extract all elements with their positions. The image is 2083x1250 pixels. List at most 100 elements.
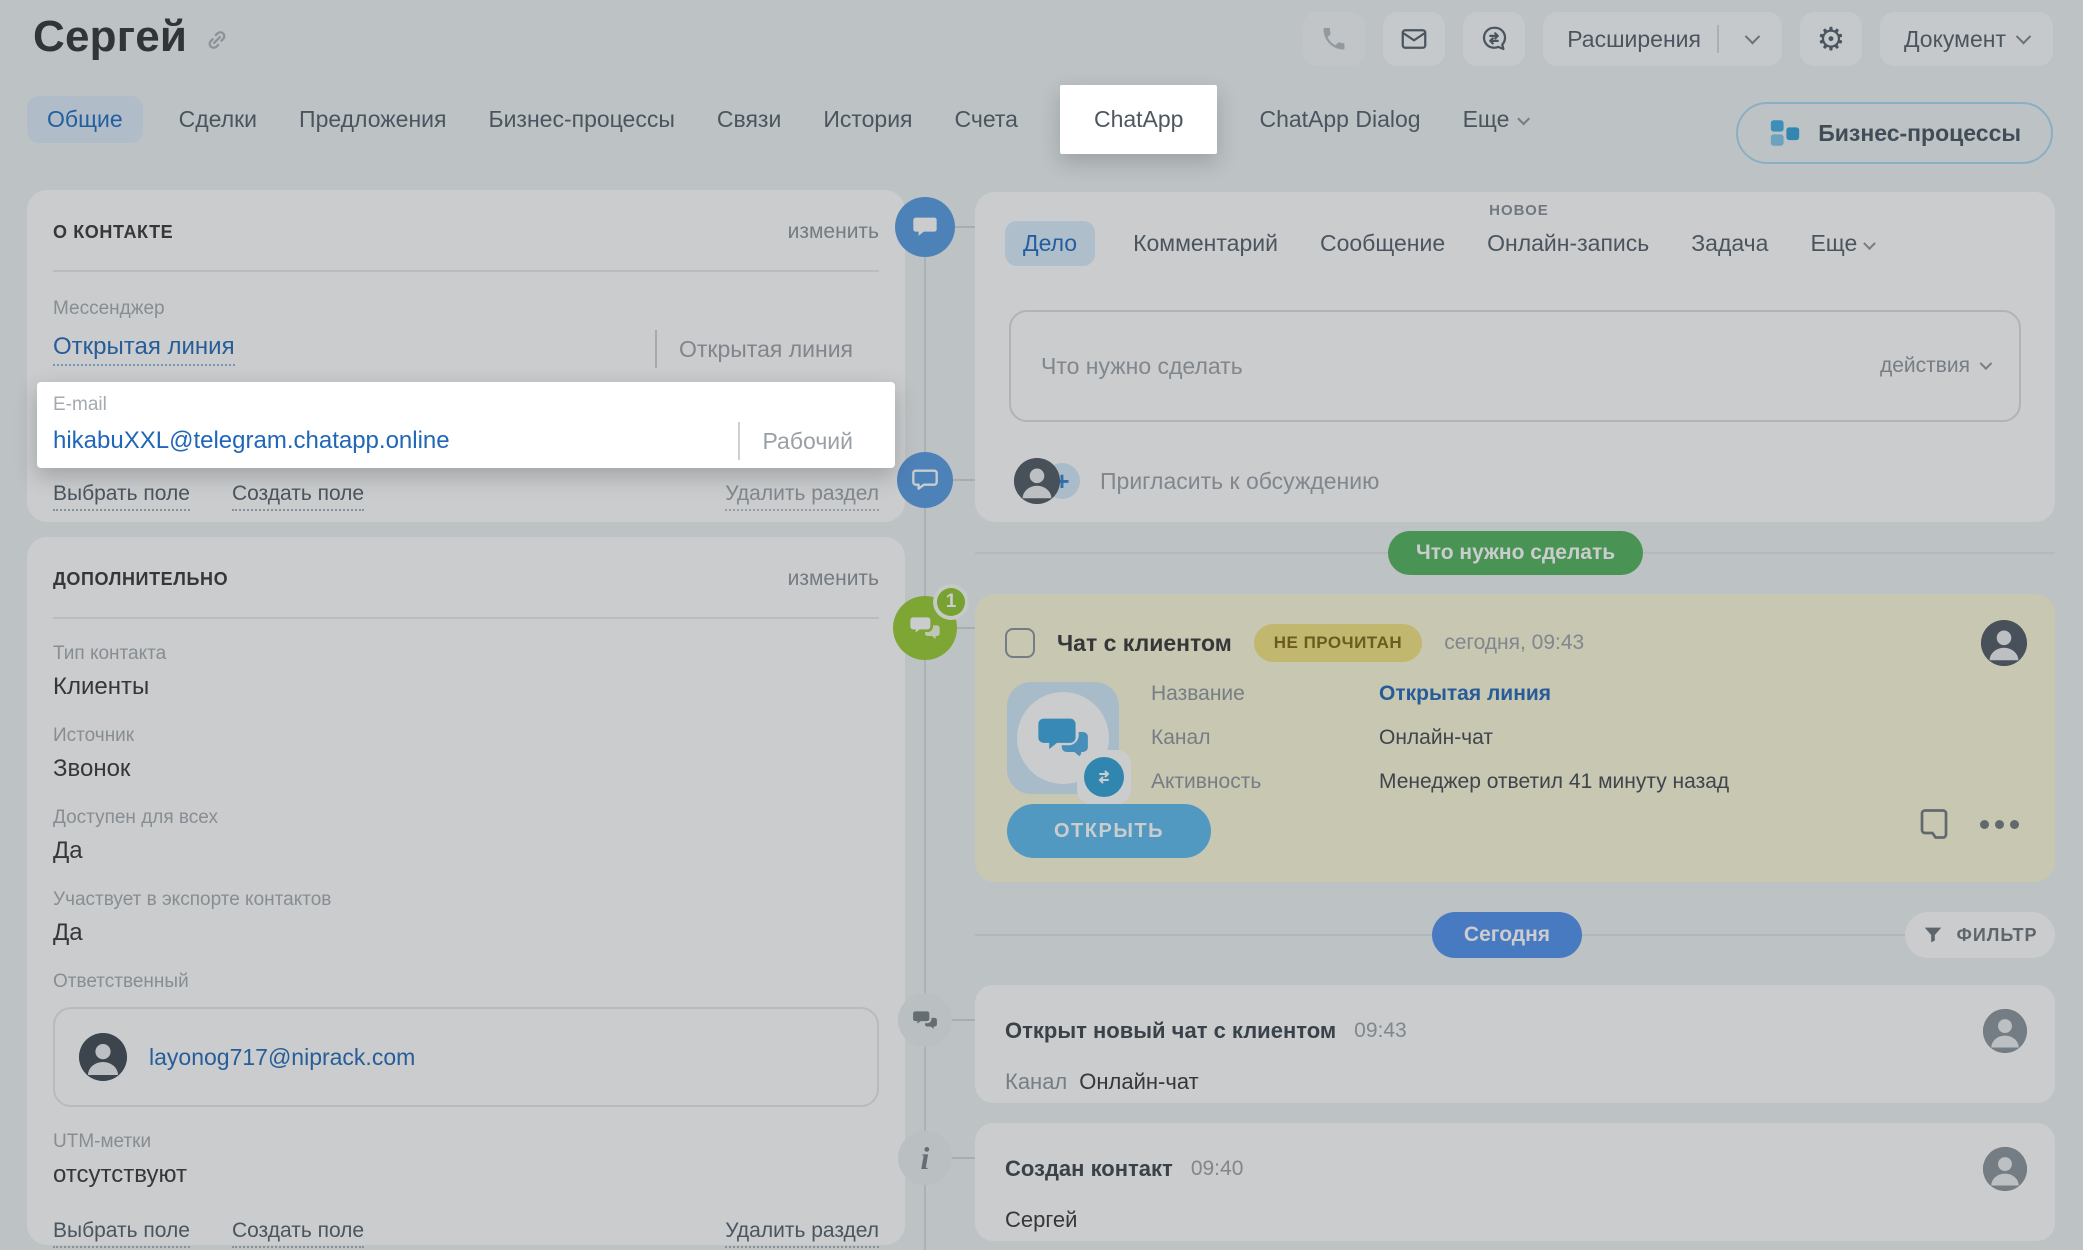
field-value: отсутствуют: [53, 1161, 879, 1189]
call-button[interactable]: [1303, 12, 1365, 66]
edit-link[interactable]: изменить: [788, 220, 879, 244]
tab-sdelki[interactable]: Сделки: [179, 106, 257, 133]
chat-transfer-icon: [1479, 24, 1509, 54]
responsible-user-link[interactable]: layonog717@niprack.com: [149, 1044, 415, 1071]
business-processes-button[interactable]: Бизнес-процессы: [1736, 102, 2053, 164]
chevron-down-icon: [1863, 237, 1876, 250]
field-label: Тип контакта: [53, 643, 879, 665]
responsible-user-box[interactable]: layonog717@niprack.com: [53, 1007, 879, 1107]
field-label: E-mail: [53, 394, 879, 416]
more-options-icon[interactable]: [1980, 820, 2019, 829]
chevron-down-icon: [1745, 28, 1761, 44]
row-label: Название: [1151, 682, 1379, 706]
messenger-field: Мессенджер Открытая линия Открытая линия: [53, 298, 879, 368]
actions-dropdown[interactable]: действия: [1880, 354, 1989, 378]
document-label: Документ: [1904, 26, 2006, 53]
field-value: Клиенты: [53, 673, 879, 701]
button-divider: [1717, 25, 1719, 53]
tab-biznes-processy[interactable]: Бизнес-процессы: [488, 106, 674, 133]
chatapp-corner-badge: [1077, 750, 1131, 804]
document-button[interactable]: Документ: [1880, 12, 2053, 66]
email-button[interactable]: [1383, 12, 1445, 66]
settings-button[interactable]: ⚙: [1800, 12, 1862, 66]
composer-tab-zadacha[interactable]: Задача: [1691, 230, 1768, 257]
row-label: Активность: [1151, 770, 1379, 794]
chevron-down-icon: [1980, 357, 1993, 370]
field-label: Доступен для всех: [53, 807, 879, 829]
row-value: Онлайн-чат: [1379, 726, 1493, 750]
open-line-link[interactable]: Открытая линия: [1379, 682, 1551, 706]
entry-time: 09:40: [1191, 1157, 1244, 1181]
invite-to-discussion[interactable]: + Пригласить к обсуждению: [1000, 448, 2050, 514]
tab-eshche[interactable]: Еще: [1463, 106, 1527, 133]
timeline-connector: [957, 627, 975, 629]
timeline-entry-contact-created[interactable]: Создан контакт 09:40 Сергей: [975, 1123, 2055, 1241]
entry-detail-label: Канал: [1005, 1069, 1067, 1095]
field-label: Ответственный: [53, 971, 879, 993]
tab-svyazi[interactable]: Связи: [717, 106, 781, 133]
phone-icon: [1320, 25, 1348, 53]
open-chat-button[interactable]: ОТКРЫТЬ: [1007, 804, 1211, 858]
timeline-connector: [955, 226, 975, 228]
extensions-label: Расширения: [1567, 26, 1701, 53]
chevron-down-icon: [1518, 113, 1531, 126]
header-actions: Расширения ⚙ Документ: [1303, 12, 2053, 66]
speech-bubble-icon: [911, 213, 939, 241]
page-title: Сергей: [33, 12, 187, 62]
composer-tab-kommentariy[interactable]: Комментарий: [1133, 230, 1278, 257]
field-value: Звонок: [53, 755, 879, 783]
entry-detail-value: Сергей: [1005, 1207, 1077, 1233]
choose-field-link[interactable]: Выбрать поле: [53, 482, 190, 511]
card-title: О КОНТАКТЕ: [53, 222, 173, 243]
new-badge: НОВОЕ: [1489, 202, 1549, 219]
chat-card-checkbox[interactable]: [1005, 628, 1035, 658]
field-value: Да: [53, 837, 879, 865]
composer-tab-soobshchenie[interactable]: Сообщение: [1320, 230, 1445, 257]
timeline-entry-chat-opened[interactable]: Открыт новый чат с клиентом 09:43 Канал …: [975, 985, 2055, 1103]
filter-button[interactable]: ФИЛЬТР: [1905, 912, 2055, 958]
tab-chatapp-highlighted[interactable]: ChatApp: [1060, 85, 1218, 154]
email-value-link[interactable]: hikabuXXL@telegram.chatapp.online: [53, 427, 450, 455]
field-label: Мессенджер: [53, 298, 879, 320]
pin-note-icon[interactable]: [1916, 806, 1952, 842]
invite-placeholder: Пригласить к обсуждению: [1100, 468, 1379, 495]
create-field-link[interactable]: Создать поле: [232, 482, 364, 511]
choose-field-link[interactable]: Выбрать поле: [53, 1219, 190, 1248]
edit-link[interactable]: изменить: [788, 567, 879, 591]
business-processes-label: Бизнес-процессы: [1818, 120, 2021, 147]
extensions-button[interactable]: Расширения: [1543, 12, 1782, 66]
tab-chatapp-dialog[interactable]: ChatApp Dialog: [1259, 106, 1420, 133]
composer-tab-eshche[interactable]: Еще: [1810, 230, 1874, 257]
timeline-marker-activity: [895, 197, 955, 257]
messenger-value-link[interactable]: Открытая линия: [53, 333, 235, 366]
funnel-icon: [1922, 924, 1944, 946]
composer-tab-delo[interactable]: Дело: [1005, 221, 1095, 266]
divider: [53, 270, 879, 272]
tab-istoriya[interactable]: История: [823, 106, 912, 133]
date-separator-badge[interactable]: Сегодня: [1432, 912, 1582, 958]
tab-predlozheniya[interactable]: Предложения: [299, 106, 446, 133]
entry-detail-value: Онлайн-чат: [1079, 1069, 1198, 1095]
delete-section-link[interactable]: Удалить раздел: [725, 1219, 879, 1248]
page-header: Сергей: [33, 12, 2053, 66]
envelope-icon: [1399, 24, 1429, 54]
create-field-link[interactable]: Создать поле: [232, 1219, 364, 1248]
todo-input-placeholder: Что нужно сделать: [1041, 353, 1243, 380]
divider: [53, 617, 879, 619]
todo-separator-badge: Что нужно сделать: [1388, 531, 1643, 575]
delete-section-link[interactable]: Удалить раздел: [725, 482, 879, 511]
tab-obshchie[interactable]: Общие: [27, 96, 143, 143]
gear-icon: ⚙: [1817, 23, 1846, 55]
todo-input[interactable]: Что нужно сделать действия: [1009, 310, 2021, 422]
business-processes-icon: [1768, 116, 1802, 150]
field-label: Источник: [53, 725, 879, 747]
composer-tabs: Дело Комментарий Сообщение НОВОЕ Онлайн-…: [1009, 230, 2021, 257]
chat-transfer-button[interactable]: [1463, 12, 1525, 66]
tab-scheta[interactable]: Счета: [955, 106, 1018, 133]
avatar: [1983, 1009, 2027, 1053]
timeline-marker-info: i: [898, 1131, 952, 1185]
contact-tabbar: Общие Сделки Предложения Бизнес-процессы…: [33, 106, 1526, 133]
copy-link-icon[interactable]: [203, 26, 231, 54]
avatar: [1981, 620, 2027, 666]
composer-tab-onlayn-zapis[interactable]: НОВОЕ Онлайн-запись: [1487, 230, 1649, 257]
